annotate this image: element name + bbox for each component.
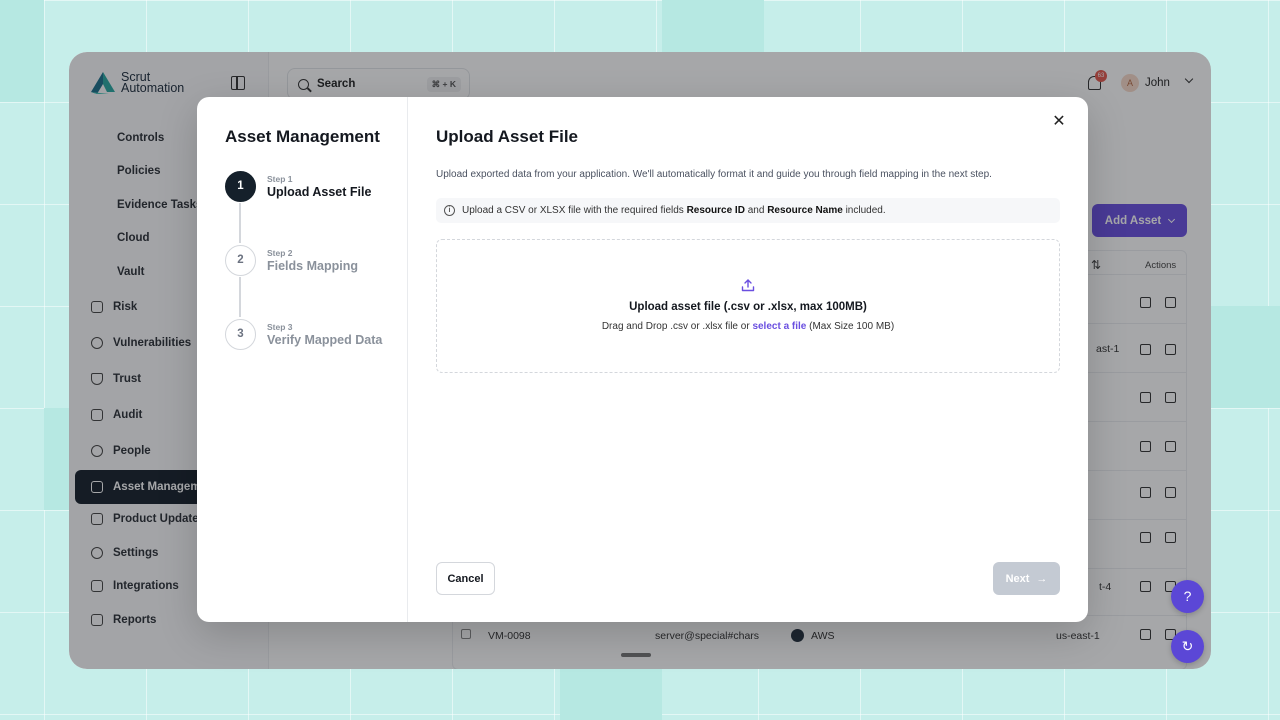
- info-suffix: included.: [845, 205, 886, 216]
- select-file-link[interactable]: select a file: [752, 321, 806, 332]
- close-icon[interactable]: ✕: [1051, 114, 1067, 130]
- background-tile: [0, 0, 44, 102]
- info-prefix: Upload a CSV or XLSX file with the requi…: [462, 205, 684, 216]
- arrow-right-icon: →: [1036, 572, 1048, 585]
- info-and: and: [747, 205, 765, 216]
- info-field-resource-name: Resource Name: [767, 205, 843, 216]
- step-label: Verify Mapped Data: [267, 333, 383, 347]
- modal-steps-panel: Asset Management 1 Step 1 Upload Asset F…: [197, 97, 408, 622]
- info-banner: i Upload a CSV or XLSX file with the req…: [436, 198, 1060, 223]
- info-icon: i: [444, 205, 455, 216]
- dropzone-sub-prefix: Drag and Drop .csv or .xlsx file or: [601, 321, 750, 332]
- step-connector: [239, 277, 241, 317]
- upload-icon: [741, 279, 755, 292]
- step-number: 2: [225, 245, 256, 276]
- upload-modal: Asset Management 1 Step 1 Upload Asset F…: [197, 97, 1088, 622]
- modal-title: Upload Asset File: [436, 127, 579, 146]
- dropzone-subtitle: Drag and Drop .csv or .xlsx file or sele…: [437, 321, 1059, 332]
- step-connector: [239, 203, 241, 243]
- dropzone-title: Upload asset file (.csv or .xlsx, max 10…: [629, 301, 867, 313]
- info-field-resource-id: Resource ID: [686, 205, 745, 216]
- next-label: Next: [1005, 572, 1030, 585]
- modal-sidebar-title: Asset Management: [225, 127, 380, 146]
- step-label: Fields Mapping: [267, 259, 358, 273]
- help-icon[interactable]: ?: [1171, 580, 1204, 613]
- background-tile: [662, 0, 764, 52]
- step-kicker: Step 2: [267, 248, 293, 258]
- cancel-button[interactable]: Cancel: [436, 562, 495, 595]
- step-label: Upload Asset File: [267, 185, 372, 199]
- file-dropzone[interactable]: Upload asset file (.csv or .xlsx, max 10…: [436, 239, 1060, 373]
- background-tile: [1211, 306, 1280, 408]
- dropzone-sub-suffix: (Max Size 100 MB): [809, 321, 895, 332]
- step-number: 3: [225, 319, 256, 350]
- background-tile: [44, 408, 69, 510]
- step-kicker: Step 3: [267, 322, 293, 332]
- step-number: 1: [225, 171, 256, 202]
- modal-description: Upload exported data from your applicati…: [436, 169, 992, 180]
- next-button[interactable]: Next →: [993, 562, 1060, 595]
- modal-content: Upload Asset File ✕ Upload exported data…: [408, 97, 1088, 622]
- background-tile: [560, 669, 662, 720]
- step-kicker: Step 1: [267, 174, 293, 184]
- chat-icon[interactable]: ↻: [1171, 630, 1204, 663]
